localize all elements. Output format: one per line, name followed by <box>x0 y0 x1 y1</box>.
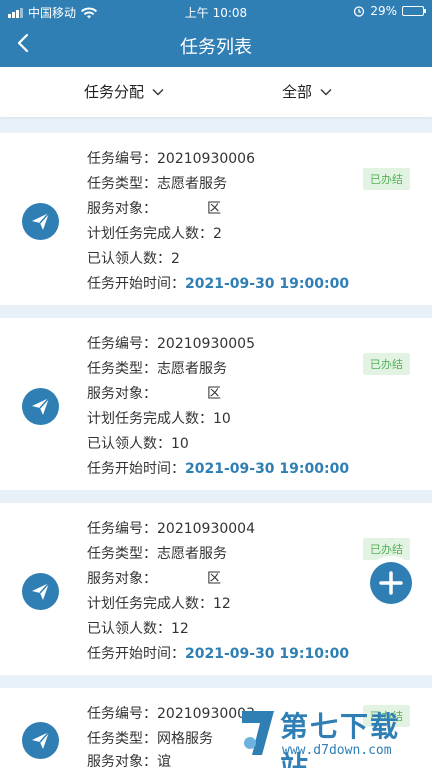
task-type: 任务类型：志愿者服务 <box>87 546 227 562</box>
task-target: 服务对象：区 <box>87 201 221 217</box>
status-bar: 中国移动 上午 10:08 29% <box>0 0 432 22</box>
watermark-logo-icon <box>242 711 274 755</box>
nav-bar: 任务列表 <box>0 22 432 67</box>
watermark-title: 第七下载站 <box>280 710 401 768</box>
chevron-down-icon <box>320 88 332 95</box>
task-card[interactable]: 任务编号：20210930006 任务类型：志愿者服务 服务对象：区 计划任务完… <box>0 133 432 305</box>
task-id: 任务编号：20210930005 <box>87 336 255 352</box>
task-type: 任务类型：志愿者服务 <box>87 176 227 192</box>
task-target: 服务对象：区 <box>87 571 221 587</box>
task-claimed: 已认领人数：2 <box>87 251 180 267</box>
task-planned: 计划任务完成人数：12 <box>87 596 231 612</box>
task-id: 任务编号：20210930003 <box>87 706 255 722</box>
filter-task-assign[interactable]: 任务分配 <box>84 81 164 102</box>
filter-scope-label: 全部 <box>282 83 313 101</box>
task-card[interactable]: 任务编号：20210930004 任务类型：志愿者服务 服务对象：区 计划任务完… <box>0 503 432 675</box>
task-planned: 计划任务完成人数：2 <box>87 226 222 242</box>
send-icon <box>22 203 59 240</box>
add-task-button[interactable] <box>370 562 412 604</box>
task-claimed: 已认领人数：10 <box>87 436 189 452</box>
status-badge: 已办结 <box>363 353 410 375</box>
filter-task-assign-label: 任务分配 <box>84 83 145 101</box>
status-badge: 已办结 <box>363 538 410 560</box>
watermark: 第七下载站 www.d7down.com <box>238 703 426 768</box>
filter-scope[interactable]: 全部 <box>282 81 332 102</box>
task-id: 任务编号：20210930004 <box>87 521 255 537</box>
task-type: 任务类型：网格服务 <box>87 731 213 747</box>
plus-icon <box>379 571 403 595</box>
task-start-time: 任务开始时间：2021-09-30 19:00:00 <box>87 461 350 477</box>
send-icon <box>22 388 59 425</box>
chevron-down-icon <box>152 88 164 95</box>
alarm-icon <box>354 6 365 17</box>
task-id: 任务编号：20210930006 <box>87 151 255 167</box>
filter-bar: 任务分配 全部 <box>0 67 432 117</box>
status-badge: 已办结 <box>363 168 410 190</box>
task-target: 服务对象：谊 <box>87 754 171 768</box>
task-start-time: 任务开始时间：2021-09-30 19:10:00 <box>87 646 350 662</box>
task-planned: 计划任务完成人数：10 <box>87 411 231 427</box>
page-title: 任务列表 <box>180 37 252 58</box>
send-icon <box>22 573 59 610</box>
watermark-url: www.d7down.com <box>282 743 392 758</box>
task-start-time: 任务开始时间：2021-09-30 19:00:00 <box>87 276 350 292</box>
task-card[interactable]: 任务编号：20210930005 任务类型：志愿者服务 服务对象：区 计划任务完… <box>0 318 432 490</box>
send-icon <box>22 722 59 759</box>
task-target: 服务对象：区 <box>87 386 221 402</box>
battery-percent: 29% <box>370 4 397 18</box>
task-type: 任务类型：志愿者服务 <box>87 361 227 377</box>
task-claimed: 已认领人数：12 <box>87 621 189 637</box>
status-right: 29% <box>353 4 426 18</box>
battery-icon <box>402 6 426 16</box>
